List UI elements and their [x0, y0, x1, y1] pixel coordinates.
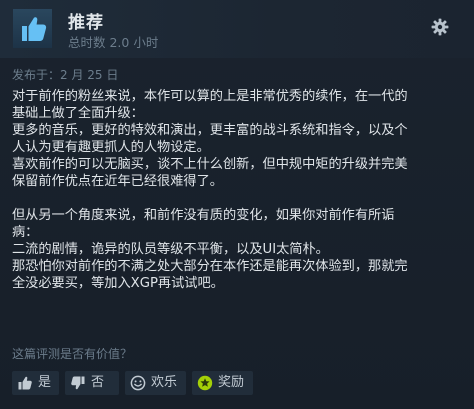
review-line: 人认为更有趣更抓人的人物设定。 [12, 140, 210, 155]
vote-funny-label: 欢乐 [151, 375, 178, 390]
vote-no-button[interactable]: 否 [65, 371, 119, 395]
review-card: 推荐 总时数 2.0 小时 发布于：2 月 25 日 对于前作的粉丝来说，本作可… [0, 0, 474, 409]
vote-funny-button[interactable]: 欢乐 [125, 371, 186, 395]
review-line: 那恐怕你对前作的不满之处大部分在本作还是能再次体验到，那就完 [12, 259, 408, 274]
recommendation-title: 推荐 [68, 13, 104, 33]
award-button[interactable]: 奖励 [192, 371, 253, 395]
smiley-icon [130, 375, 146, 391]
award-icon [197, 375, 213, 391]
vote-no-label: 否 [91, 375, 105, 390]
review-line: 更多的音乐，更好的特效和演出，更丰富的战斗系统和指令，以及个 [12, 123, 408, 138]
review-body: 对于前作的粉丝来说，本作可以算的上是非常优秀的续作，在一代的 基础上做了全面升级… [12, 88, 464, 292]
posted-date: 发布于：2 月 25 日 [12, 68, 119, 82]
vote-yes-label: 是 [38, 375, 52, 390]
review-line: 基础上做了全面升级： [12, 106, 144, 121]
gear-icon[interactable] [431, 18, 449, 36]
thumbs-up-icon [22, 17, 47, 41]
review-line: 保留前作优点在近年已经很难得了。 [12, 174, 223, 189]
hours-played: 总时数 2.0 小时 [68, 35, 159, 50]
recommended-thumb [13, 9, 52, 48]
review-line: 病： [12, 225, 39, 240]
thumbs-down-icon [71, 376, 85, 390]
review-line: 但从另一个角度来说，和前作没有质的变化，如果你对前作有所诟 [12, 208, 395, 223]
review-line: 二流的剧情，诡异的队员等级不平衡，以及UI太简朴。 [12, 242, 329, 257]
review-line: 对于前作的粉丝来说，本作可以算的上是非常优秀的续作，在一代的 [12, 89, 408, 104]
review-line: 喜欢前作的可以无脑买，谈不上什么创新，但中规中矩的升级并完美 [12, 157, 408, 172]
review-header: 推荐 总时数 2.0 小时 [0, 0, 474, 58]
thumbs-up-icon [18, 376, 32, 390]
helpful-question: 这篇评测是否有价值？ [12, 347, 133, 361]
review-line: 全没必要买，等加入XGP再试试吧。 [12, 276, 224, 291]
vote-yes-button[interactable]: 是 [12, 371, 59, 395]
award-label: 奖励 [218, 375, 245, 390]
